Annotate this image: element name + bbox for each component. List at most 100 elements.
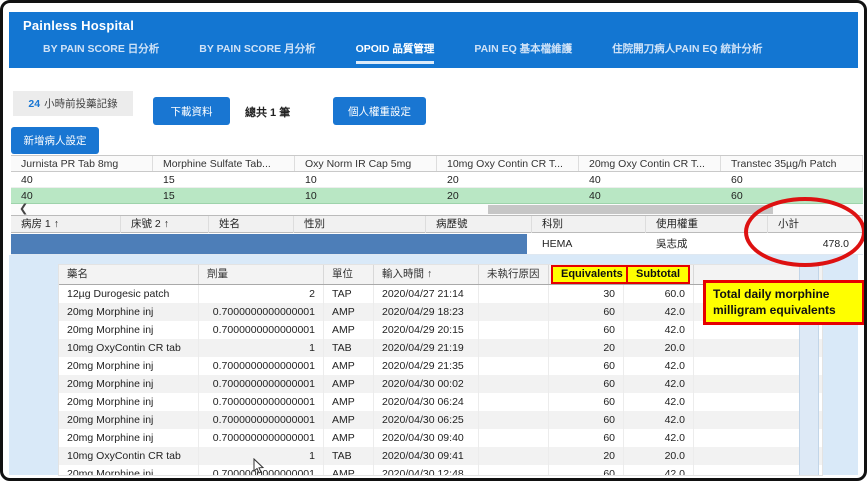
table-cell: 40 bbox=[579, 172, 721, 188]
patient-dept-cell: HEMA bbox=[532, 233, 646, 255]
tab-opoid-quality[interactable]: OPOID 品質管理 bbox=[356, 41, 435, 64]
equivalents-cell: 30 bbox=[549, 285, 624, 303]
column-header[interactable]: 20mg Oxy Contin CR T... bbox=[579, 156, 721, 171]
personal-weight-settings-button[interactable]: 個人權重設定 bbox=[333, 97, 426, 125]
tab-by-pain-score-daily[interactable]: BY PAIN SCORE 日分析 bbox=[43, 41, 159, 64]
table-row[interactable]: 20mg Morphine inj 0.7000000000000001 AMP… bbox=[59, 429, 822, 447]
column-header[interactable]: Transtec 35µg/h Patch bbox=[721, 156, 863, 171]
not-executed-reason-cell bbox=[479, 393, 549, 411]
table-cell: 10 bbox=[295, 172, 437, 188]
drug-name-cell: 20mg Morphine inj bbox=[59, 321, 199, 339]
dose-cell: 0.7000000000000001 bbox=[199, 429, 324, 447]
table-row[interactable]: 20mg Morphine inj 0.7000000000000001 AMP… bbox=[59, 465, 822, 476]
equivalents-cell: 60 bbox=[549, 411, 624, 429]
tab-pain-eq-statistics[interactable]: 住院開刀病人PAIN EQ 統計分析 bbox=[612, 41, 762, 64]
subtotal-cell: 42.0 bbox=[624, 465, 694, 476]
patient-table-header: 病房 1↑ 床號 2↑ 姓名 性別 病歷號 科別 使用權重 小計 bbox=[11, 215, 863, 233]
unit-cell: TAB bbox=[324, 447, 374, 465]
dose-cell: 0.7000000000000001 bbox=[199, 465, 324, 476]
unit-cell: AMP bbox=[324, 429, 374, 447]
column-header[interactable]: 10mg Oxy Contin CR T... bbox=[437, 156, 579, 171]
drug-weights-body: 40 15 10 20 40 60 40 15 10 20 40 60 bbox=[11, 172, 863, 204]
subtotal-cell: 42.0 bbox=[624, 429, 694, 447]
table-row[interactable]: 20mg Morphine inj 0.7000000000000001 AMP… bbox=[59, 357, 822, 375]
equivalents-cell: 60 bbox=[549, 375, 624, 393]
table-row[interactable]: 40 15 10 20 40 60 bbox=[11, 172, 863, 188]
hours-before-record-box[interactable]: 24 小時前投藥記錄 bbox=[13, 91, 133, 116]
dose-cell: 0.7000000000000001 bbox=[199, 393, 324, 411]
column-header-name[interactable]: 姓名 bbox=[209, 216, 294, 233]
column-header[interactable]: Oxy Norm IR Cap 5mg bbox=[295, 156, 437, 171]
subtotal-cell: 42.0 bbox=[624, 321, 694, 339]
tab-by-pain-score-monthly[interactable]: BY PAIN SCORE 月分析 bbox=[199, 41, 315, 64]
column-header-ward[interactable]: 病房 1↑ bbox=[11, 216, 121, 233]
column-header-dose[interactable]: 劑量 bbox=[199, 265, 324, 284]
column-header-entry-time[interactable]: 輸入時間↑ bbox=[374, 265, 479, 284]
column-header-subtotal[interactable]: 小計 bbox=[768, 216, 863, 233]
column-header-subtotal[interactable]: Subtotal bbox=[624, 265, 694, 284]
entry-time-cell: 2020/04/30 06:25 bbox=[374, 411, 479, 429]
add-patient-settings-button[interactable]: 新增病人設定 bbox=[11, 127, 99, 154]
column-header[interactable]: Morphine Sulfate Tab... bbox=[153, 156, 295, 171]
patient-row[interactable]: HEMA 吳志成 478.0 bbox=[11, 233, 863, 255]
table-cell: 20 bbox=[437, 172, 579, 188]
column-header-sex[interactable]: 性別 bbox=[294, 216, 426, 233]
table-cell: 40 bbox=[11, 188, 153, 204]
subtotal-highlight: Subtotal bbox=[626, 265, 690, 284]
subtotal-cell: 42.0 bbox=[624, 357, 694, 375]
table-row[interactable]: 20mg Morphine inj 0.7000000000000001 AMP… bbox=[59, 393, 822, 411]
column-header[interactable]: Jurnista PR Tab 8mg bbox=[11, 156, 153, 171]
not-executed-reason-cell bbox=[479, 357, 549, 375]
column-header-not-executed-reason[interactable]: 未執行原因 bbox=[479, 265, 549, 284]
subtotal-cell: 20.0 bbox=[624, 447, 694, 465]
unit-cell: AMP bbox=[324, 357, 374, 375]
equivalents-cell: 60 bbox=[549, 393, 624, 411]
column-header-equivalents[interactable]: Equivalents bbox=[549, 265, 624, 284]
column-header-dept[interactable]: 科別 bbox=[532, 216, 646, 233]
column-header-weight-used[interactable]: 使用權重 bbox=[646, 216, 768, 233]
drug-name-cell: 20mg Morphine inj bbox=[59, 357, 199, 375]
sort-asc-icon: ↑ bbox=[54, 216, 59, 233]
annotation-callout: Total daily morphine milligram equivalen… bbox=[703, 280, 865, 325]
dose-cell: 1 bbox=[199, 339, 324, 357]
scrollbar-thumb[interactable] bbox=[488, 205, 773, 214]
entry-time-cell: 2020/04/29 20:15 bbox=[374, 321, 479, 339]
equivalents-cell: 60 bbox=[549, 429, 624, 447]
not-executed-reason-cell bbox=[479, 321, 549, 339]
entry-time-cell: 2020/04/30 09:41 bbox=[374, 447, 479, 465]
entry-time-cell: 2020/04/30 00:02 bbox=[374, 375, 479, 393]
unit-cell: TAP bbox=[324, 285, 374, 303]
equivalents-cell: 20 bbox=[549, 339, 624, 357]
table-row[interactable]: 20mg Morphine inj 0.7000000000000001 AMP… bbox=[59, 411, 822, 429]
table-row[interactable]: 40 15 10 20 40 60 bbox=[11, 188, 863, 204]
horizontal-scrollbar[interactable]: ❮ bbox=[11, 204, 863, 215]
download-data-button[interactable]: 下載資料 bbox=[153, 97, 230, 125]
drug-name-cell: 10mg OxyContin CR tab bbox=[59, 339, 199, 357]
equivalents-cell: 60 bbox=[549, 321, 624, 339]
column-header-bed[interactable]: 床號 2↑ bbox=[121, 216, 209, 233]
subtotal-cell: 42.0 bbox=[624, 393, 694, 411]
hours-value: 24 bbox=[28, 98, 40, 110]
table-row[interactable]: 10mg OxyContin CR tab 1 TAB 2020/04/29 2… bbox=[59, 339, 822, 357]
not-executed-reason-cell bbox=[479, 285, 549, 303]
table-cell: 15 bbox=[153, 172, 295, 188]
table-cell: 60 bbox=[721, 172, 863, 188]
table-row[interactable]: 10mg OxyContin CR tab 1 TAB 2020/04/30 0… bbox=[59, 447, 822, 465]
sort-asc-icon: ↑ bbox=[427, 265, 432, 284]
unit-cell: TAB bbox=[324, 339, 374, 357]
drug-name-cell: 12µg Durogesic patch bbox=[59, 285, 199, 303]
drug-weights-header: Jurnista PR Tab 8mg Morphine Sulfate Tab… bbox=[11, 155, 863, 172]
patient-table: 病房 1↑ 床號 2↑ 姓名 性別 病歷號 科別 使用權重 小計 HEMA 吳志… bbox=[11, 215, 863, 255]
column-header-drug-name[interactable]: 藥名 bbox=[59, 265, 199, 284]
tab-pain-eq-maintenance[interactable]: PAIN EQ 基本檔維護 bbox=[474, 41, 572, 64]
scroll-left-icon[interactable]: ❮ bbox=[19, 202, 28, 215]
column-header-unit[interactable]: 單位 bbox=[324, 265, 374, 284]
not-executed-reason-cell bbox=[479, 465, 549, 476]
dose-cell: 1 bbox=[199, 447, 324, 465]
table-row[interactable]: 20mg Morphine inj 0.7000000000000001 AMP… bbox=[59, 375, 822, 393]
subtotal-cell: 42.0 bbox=[624, 375, 694, 393]
drug-weights-table: Jurnista PR Tab 8mg Morphine Sulfate Tab… bbox=[11, 155, 863, 204]
column-header-chart-no[interactable]: 病歷號 bbox=[426, 216, 532, 233]
column-label: 床號 2 bbox=[131, 216, 161, 233]
selected-row-redaction-bar[interactable] bbox=[11, 234, 527, 254]
